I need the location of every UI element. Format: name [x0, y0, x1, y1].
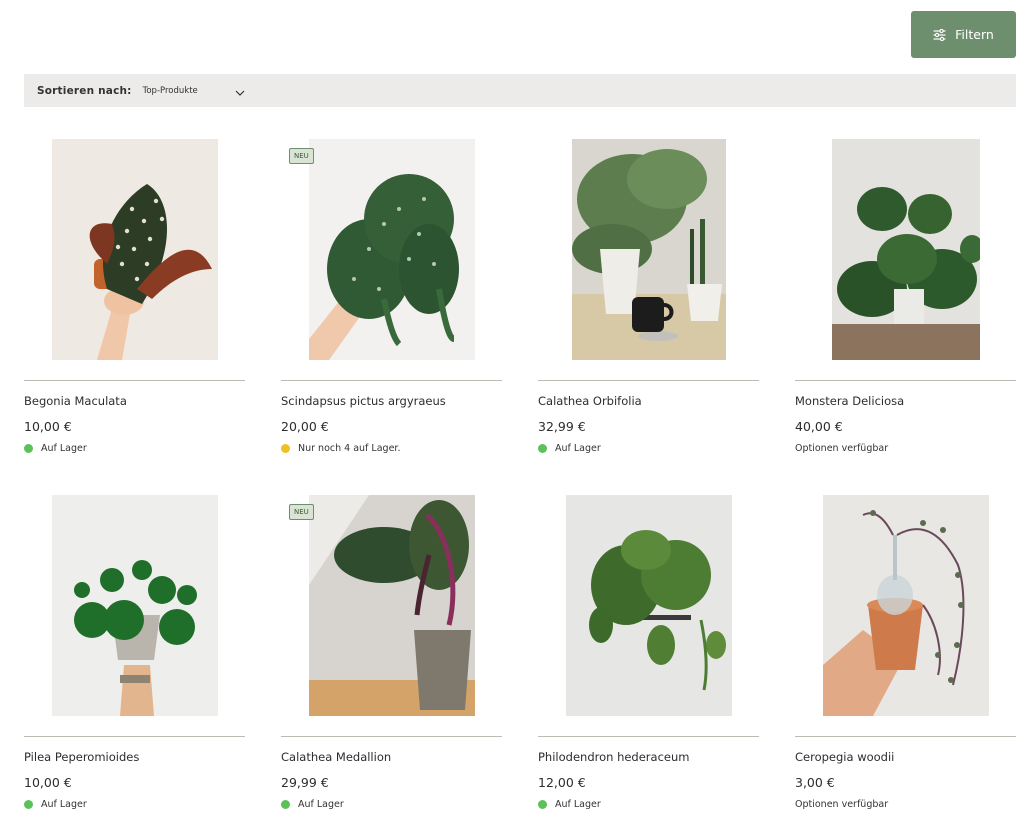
- product-price: 32,99 €: [538, 419, 586, 434]
- product-card[interactable]: Pilea Peperomioides 10,00 € Auf Lager: [24, 495, 245, 828]
- sort-selected-value: Top-Produkte: [142, 85, 198, 96]
- in-stock-dot-icon: [281, 800, 290, 809]
- product-name[interactable]: Scindapsus pictus argyraeus: [281, 394, 446, 408]
- product-image-area: [795, 495, 1016, 716]
- stock-label: Nur noch 4 auf Lager.: [298, 443, 401, 454]
- product-card[interactable]: NEU Scindapsus pictus argyraeus 20,00 € …: [281, 139, 502, 495]
- product-card[interactable]: Monstera Deliciosa 40,00 € Optionen verf…: [795, 139, 1016, 495]
- product-price: 20,00 €: [281, 419, 329, 434]
- product-image-area: [281, 495, 502, 716]
- product-image-begonia[interactable]: [51, 139, 218, 360]
- product-image-monstera[interactable]: [831, 139, 980, 360]
- stock-status: Auf Lager: [24, 799, 87, 810]
- card-divider: [281, 736, 502, 737]
- product-price: 29,99 €: [281, 775, 329, 790]
- card-divider: [795, 380, 1016, 381]
- product-card[interactable]: Philodendron hederaceum 12,00 € Auf Lage…: [538, 495, 759, 828]
- stock-label: Auf Lager: [298, 799, 344, 810]
- stock-status: Nur noch 4 auf Lager.: [281, 443, 400, 454]
- card-divider: [24, 736, 245, 737]
- in-stock-dot-icon: [538, 444, 547, 453]
- card-divider: [538, 380, 759, 381]
- product-image-area: [538, 139, 759, 360]
- product-name[interactable]: Philodendron hederaceum: [538, 750, 689, 764]
- filter-button-label: Filtern: [955, 27, 994, 42]
- product-price: 3,00 €: [795, 775, 835, 790]
- chevron-down-icon: [235, 81, 245, 100]
- filter-button[interactable]: Filtern: [911, 11, 1016, 58]
- product-name[interactable]: Calathea Orbifolia: [538, 394, 642, 408]
- sliders-icon: [933, 28, 946, 41]
- stock-label: Auf Lager: [555, 799, 601, 810]
- product-image-calathea-orbifolia[interactable]: [571, 139, 726, 360]
- stock-status: Optionen verfügbar: [795, 443, 888, 454]
- product-image-area: [538, 495, 759, 716]
- product-price: 10,00 €: [24, 419, 72, 434]
- card-divider: [24, 380, 245, 381]
- product-name[interactable]: Pilea Peperomioides: [24, 750, 139, 764]
- product-price: 12,00 €: [538, 775, 586, 790]
- product-image-area: [281, 139, 502, 360]
- card-divider: [795, 736, 1016, 737]
- product-name[interactable]: Begonia Maculata: [24, 394, 127, 408]
- product-name[interactable]: Ceropegia woodii: [795, 750, 894, 764]
- stock-status: Auf Lager: [281, 799, 344, 810]
- product-image-scindapsus[interactable]: [308, 139, 475, 360]
- in-stock-dot-icon: [24, 444, 33, 453]
- in-stock-dot-icon: [24, 800, 33, 809]
- product-image-area: [24, 495, 245, 716]
- product-image-area: [795, 139, 1016, 360]
- stock-status: Auf Lager: [538, 443, 601, 454]
- stock-label: Optionen verfügbar: [795, 799, 889, 810]
- in-stock-dot-icon: [538, 800, 547, 809]
- stock-label: Auf Lager: [555, 443, 601, 454]
- product-image-area: [24, 139, 245, 360]
- card-divider: [281, 380, 502, 381]
- stock-label: Auf Lager: [41, 443, 87, 454]
- product-listing-page: Filtern Sortieren nach: Top-Produkte Beg…: [0, 0, 1028, 828]
- product-name[interactable]: Calathea Medallion: [281, 750, 391, 764]
- product-price: 40,00 €: [795, 419, 843, 434]
- product-image-pilea[interactable]: [51, 495, 218, 716]
- new-badge: NEU: [289, 504, 314, 520]
- product-card[interactable]: NEU Calathea Medallion 29,99 € Auf Lager: [281, 495, 502, 828]
- card-divider: [538, 736, 759, 737]
- low-stock-dot-icon: [281, 444, 290, 453]
- product-card[interactable]: Begonia Maculata 10,00 € Auf Lager: [24, 139, 245, 495]
- stock-status: Optionen verfügbar: [795, 799, 888, 810]
- product-card[interactable]: Ceropegia woodii 3,00 € Optionen verfügb…: [795, 495, 1016, 828]
- sort-label: Sortieren nach:: [37, 84, 132, 97]
- product-card[interactable]: Calathea Orbifolia 32,99 € Auf Lager: [538, 139, 759, 495]
- product-price: 10,00 €: [24, 775, 72, 790]
- stock-status: Auf Lager: [24, 443, 87, 454]
- sort-bar: Sortieren nach: Top-Produkte: [24, 74, 1016, 107]
- sort-select[interactable]: Top-Produkte: [143, 81, 245, 100]
- new-badge: NEU: [289, 148, 314, 164]
- stock-label: Auf Lager: [41, 799, 87, 810]
- product-name[interactable]: Monstera Deliciosa: [795, 394, 904, 408]
- product-image-philodendron[interactable]: [565, 495, 732, 716]
- product-image-ceropegia[interactable]: [822, 495, 989, 716]
- product-image-calathea-medallion[interactable]: [308, 495, 475, 716]
- product-grid: Begonia Maculata 10,00 € Auf Lager NEU S…: [24, 139, 1016, 828]
- stock-label: Optionen verfügbar: [795, 443, 889, 454]
- stock-status: Auf Lager: [538, 799, 601, 810]
